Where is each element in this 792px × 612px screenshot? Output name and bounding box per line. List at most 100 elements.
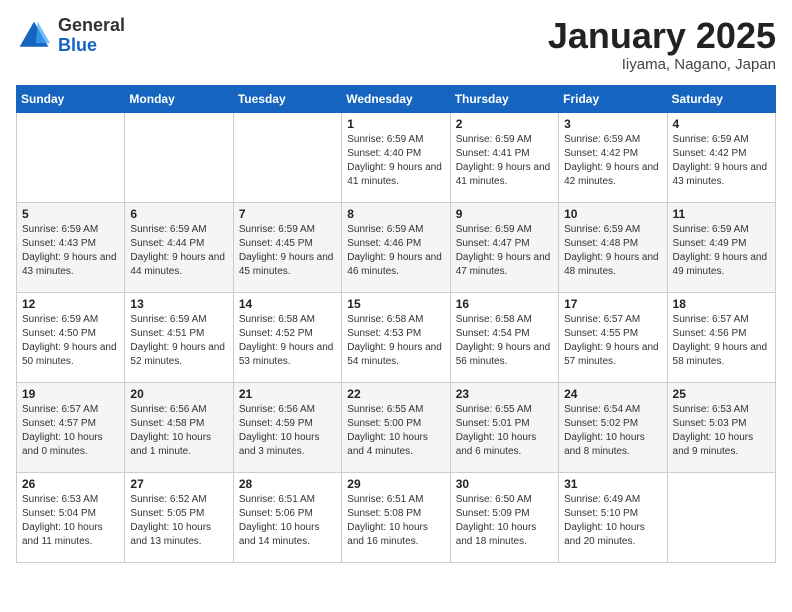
calendar-day-cell: 8 Sunrise: 6:59 AM Sunset: 4:46 PM Daylig…	[342, 202, 450, 292]
day-number: 12	[22, 297, 119, 311]
calendar-day-cell	[667, 472, 775, 562]
day-info: Sunrise: 6:51 AM Sunset: 5:08 PM Dayligh…	[347, 493, 444, 549]
day-number: 8	[347, 207, 444, 221]
day-info: Sunrise: 6:58 AM Sunset: 4:53 PM Dayligh…	[347, 313, 444, 369]
day-number: 31	[564, 477, 661, 491]
location: Iiyama, Nagano, Japan	[548, 56, 776, 73]
logo: General Blue	[16, 16, 125, 56]
day-info: Sunrise: 6:52 AM Sunset: 5:05 PM Dayligh…	[130, 493, 227, 549]
day-number: 22	[347, 387, 444, 401]
calendar-header: SundayMondayTuesdayWednesdayThursdayFrid…	[17, 85, 776, 112]
calendar-day-cell: 28 Sunrise: 6:51 AM Sunset: 5:06 PM Dayli…	[233, 472, 341, 562]
calendar-day-cell: 18 Sunrise: 6:57 AM Sunset: 4:56 PM Dayli…	[667, 292, 775, 382]
day-info: Sunrise: 6:56 AM Sunset: 4:58 PM Dayligh…	[130, 403, 227, 459]
calendar-table: SundayMondayTuesdayWednesdayThursdayFrid…	[16, 85, 776, 563]
calendar-day-cell: 1 Sunrise: 6:59 AM Sunset: 4:40 PM Daylig…	[342, 112, 450, 202]
day-number: 18	[673, 297, 770, 311]
weekday-header: Friday	[559, 85, 667, 112]
day-info: Sunrise: 6:58 AM Sunset: 4:52 PM Dayligh…	[239, 313, 336, 369]
day-number: 6	[130, 207, 227, 221]
day-number: 25	[673, 387, 770, 401]
calendar-day-cell	[233, 112, 341, 202]
day-info: Sunrise: 6:59 AM Sunset: 4:40 PM Dayligh…	[347, 133, 444, 189]
day-info: Sunrise: 6:55 AM Sunset: 5:01 PM Dayligh…	[456, 403, 553, 459]
calendar-day-cell: 16 Sunrise: 6:58 AM Sunset: 4:54 PM Dayli…	[450, 292, 558, 382]
day-number: 16	[456, 297, 553, 311]
day-info: Sunrise: 6:51 AM Sunset: 5:06 PM Dayligh…	[239, 493, 336, 549]
weekday-header: Tuesday	[233, 85, 341, 112]
calendar-day-cell: 6 Sunrise: 6:59 AM Sunset: 4:44 PM Daylig…	[125, 202, 233, 292]
calendar-day-cell: 26 Sunrise: 6:53 AM Sunset: 5:04 PM Dayli…	[17, 472, 125, 562]
weekday-header: Saturday	[667, 85, 775, 112]
day-info: Sunrise: 6:54 AM Sunset: 5:02 PM Dayligh…	[564, 403, 661, 459]
day-number: 11	[673, 207, 770, 221]
calendar-day-cell: 15 Sunrise: 6:58 AM Sunset: 4:53 PM Dayli…	[342, 292, 450, 382]
day-number: 26	[22, 477, 119, 491]
day-info: Sunrise: 6:57 AM Sunset: 4:55 PM Dayligh…	[564, 313, 661, 369]
calendar-body: 1 Sunrise: 6:59 AM Sunset: 4:40 PM Daylig…	[17, 112, 776, 562]
calendar-day-cell: 19Sunrise: 6:57 AM Sunset: 4:57 PM Dayli…	[17, 382, 125, 472]
day-number: 15	[347, 297, 444, 311]
calendar-day-cell: 23 Sunrise: 6:55 AM Sunset: 5:01 PM Dayli…	[450, 382, 558, 472]
day-info: Sunrise: 6:50 AM Sunset: 5:09 PM Dayligh…	[456, 493, 553, 549]
calendar-day-cell: 29Sunrise: 6:51 AM Sunset: 5:08 PM Dayli…	[342, 472, 450, 562]
day-info: Sunrise: 6:53 AM Sunset: 5:03 PM Dayligh…	[673, 403, 770, 459]
calendar-week-row: 5 Sunrise: 6:59 AM Sunset: 4:43 PM Daylig…	[17, 202, 776, 292]
calendar-week-row: 19Sunrise: 6:57 AM Sunset: 4:57 PM Dayli…	[17, 382, 776, 472]
calendar-day-cell: 11Sunrise: 6:59 AM Sunset: 4:49 PM Dayli…	[667, 202, 775, 292]
day-info: Sunrise: 6:59 AM Sunset: 4:42 PM Dayligh…	[673, 133, 770, 189]
day-number: 5	[22, 207, 119, 221]
calendar-day-cell: 9Sunrise: 6:59 AM Sunset: 4:47 PM Daylig…	[450, 202, 558, 292]
day-number: 30	[456, 477, 553, 491]
calendar-day-cell: 27 Sunrise: 6:52 AM Sunset: 5:05 PM Dayli…	[125, 472, 233, 562]
day-info: Sunrise: 6:59 AM Sunset: 4:51 PM Dayligh…	[130, 313, 227, 369]
day-info: Sunrise: 6:55 AM Sunset: 5:00 PM Dayligh…	[347, 403, 444, 459]
day-number: 10	[564, 207, 661, 221]
weekday-header: Sunday	[17, 85, 125, 112]
day-number: 4	[673, 117, 770, 131]
day-info: Sunrise: 6:59 AM Sunset: 4:50 PM Dayligh…	[22, 313, 119, 369]
day-info: Sunrise: 6:59 AM Sunset: 4:44 PM Dayligh…	[130, 223, 227, 279]
day-number: 2	[456, 117, 553, 131]
day-info: Sunrise: 6:58 AM Sunset: 4:54 PM Dayligh…	[456, 313, 553, 369]
page-header: General Blue January 2025 Iiyama, Nagano…	[16, 16, 776, 73]
calendar-day-cell: 20 Sunrise: 6:56 AM Sunset: 4:58 PM Dayli…	[125, 382, 233, 472]
calendar-week-row: 26 Sunrise: 6:53 AM Sunset: 5:04 PM Dayli…	[17, 472, 776, 562]
calendar-day-cell: 21 Sunrise: 6:56 AM Sunset: 4:59 PM Dayli…	[233, 382, 341, 472]
day-number: 21	[239, 387, 336, 401]
day-info: Sunrise: 6:53 AM Sunset: 5:04 PM Dayligh…	[22, 493, 119, 549]
calendar-day-cell: 5 Sunrise: 6:59 AM Sunset: 4:43 PM Daylig…	[17, 202, 125, 292]
calendar-day-cell: 17 Sunrise: 6:57 AM Sunset: 4:55 PM Dayli…	[559, 292, 667, 382]
calendar-day-cell: 14Sunrise: 6:58 AM Sunset: 4:52 PM Dayli…	[233, 292, 341, 382]
day-number: 7	[239, 207, 336, 221]
calendar-day-cell: 22 Sunrise: 6:55 AM Sunset: 5:00 PM Dayli…	[342, 382, 450, 472]
day-number: 9	[456, 207, 553, 221]
calendar-day-cell: 24 Sunrise: 6:54 AM Sunset: 5:02 PM Dayli…	[559, 382, 667, 472]
day-number: 27	[130, 477, 227, 491]
calendar-day-cell: 4 Sunrise: 6:59 AM Sunset: 4:42 PM Daylig…	[667, 112, 775, 202]
day-info: Sunrise: 6:57 AM Sunset: 4:57 PM Dayligh…	[22, 403, 119, 459]
day-number: 20	[130, 387, 227, 401]
day-info: Sunrise: 6:59 AM Sunset: 4:43 PM Dayligh…	[22, 223, 119, 279]
day-number: 23	[456, 387, 553, 401]
day-info: Sunrise: 6:59 AM Sunset: 4:45 PM Dayligh…	[239, 223, 336, 279]
day-number: 17	[564, 297, 661, 311]
weekday-header: Wednesday	[342, 85, 450, 112]
day-info: Sunrise: 6:56 AM Sunset: 4:59 PM Dayligh…	[239, 403, 336, 459]
day-info: Sunrise: 6:59 AM Sunset: 4:41 PM Dayligh…	[456, 133, 553, 189]
logo-general: General	[58, 16, 125, 36]
calendar-day-cell: 7 Sunrise: 6:59 AM Sunset: 4:45 PM Daylig…	[233, 202, 341, 292]
calendar-day-cell: 25 Sunrise: 6:53 AM Sunset: 5:03 PM Dayli…	[667, 382, 775, 472]
day-info: Sunrise: 6:59 AM Sunset: 4:48 PM Dayligh…	[564, 223, 661, 279]
calendar-day-cell	[17, 112, 125, 202]
day-number: 3	[564, 117, 661, 131]
day-number: 1	[347, 117, 444, 131]
calendar-day-cell: 2 Sunrise: 6:59 AM Sunset: 4:41 PM Daylig…	[450, 112, 558, 202]
day-number: 28	[239, 477, 336, 491]
day-number: 24	[564, 387, 661, 401]
day-info: Sunrise: 6:59 AM Sunset: 4:46 PM Dayligh…	[347, 223, 444, 279]
logo-icon	[16, 18, 52, 54]
day-info: Sunrise: 6:59 AM Sunset: 4:42 PM Dayligh…	[564, 133, 661, 189]
day-info: Sunrise: 6:57 AM Sunset: 4:56 PM Dayligh…	[673, 313, 770, 369]
day-info: Sunrise: 6:49 AM Sunset: 5:10 PM Dayligh…	[564, 493, 661, 549]
